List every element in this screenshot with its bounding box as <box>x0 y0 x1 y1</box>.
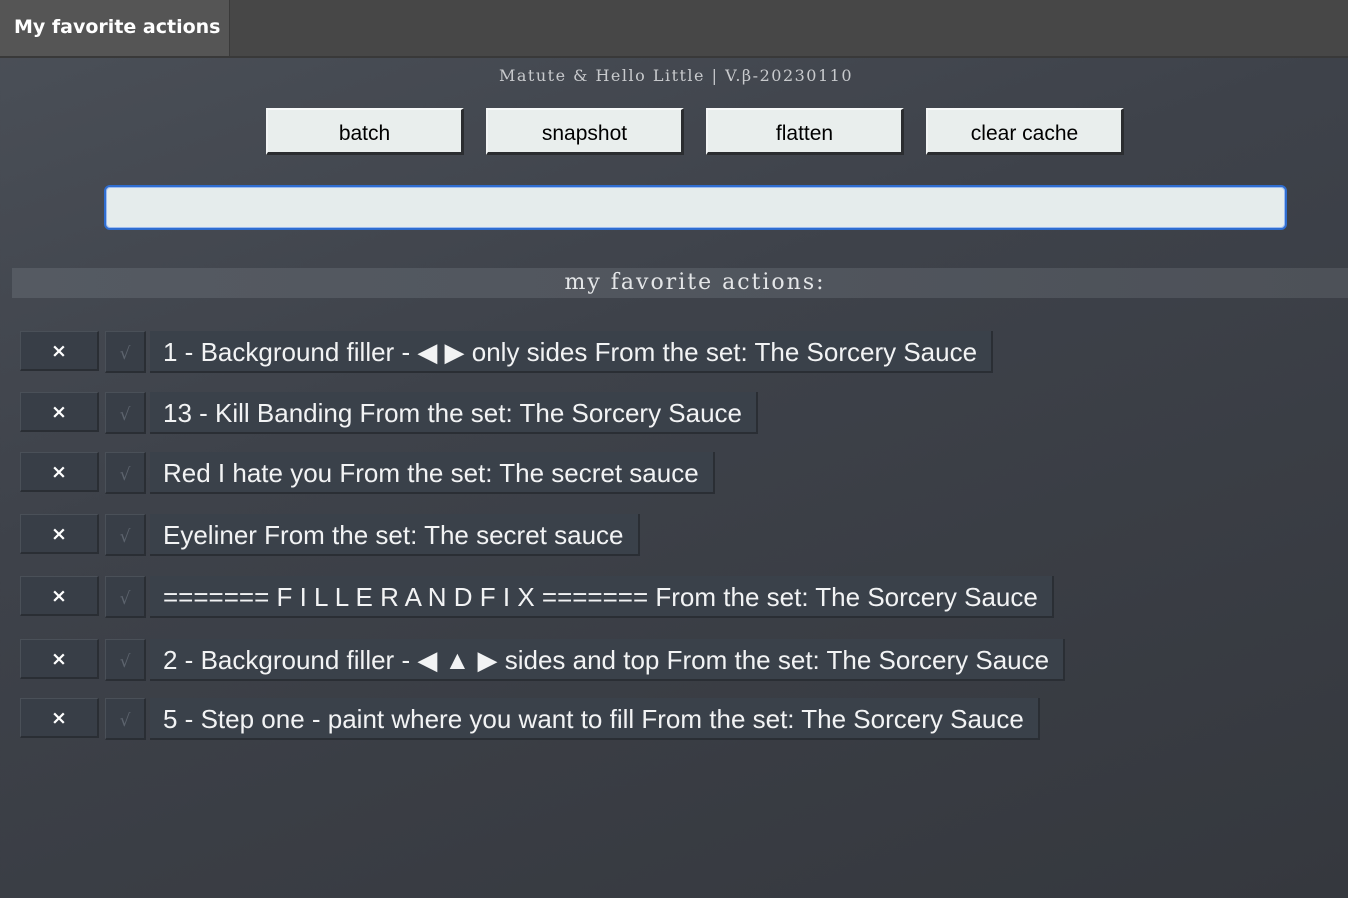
checkmark-icon[interactable]: √ <box>105 698 146 740</box>
action-item[interactable]: 2 - Background filler - ◀ ▲ ▶ sides and … <box>150 639 1066 681</box>
flatten-button[interactable]: flatten <box>706 108 904 155</box>
checkmark-icon[interactable]: √ <box>105 392 146 434</box>
action-item[interactable]: 5 - Step one - paint where you want to f… <box>150 698 1040 740</box>
remove-icon[interactable]: × <box>20 452 99 492</box>
tab-bar: My favorite actions <box>0 0 1348 58</box>
action-item[interactable]: Red I hate you From the set: The secret … <box>150 452 715 494</box>
checkmark-icon[interactable]: √ <box>105 576 146 618</box>
remove-icon[interactable]: × <box>20 639 99 679</box>
action-item[interactable]: Eyeliner From the set: The secret sauce <box>150 514 640 556</box>
checkmark-icon[interactable]: √ <box>105 639 146 681</box>
search-input[interactable] <box>104 185 1287 230</box>
remove-icon[interactable]: × <box>20 392 99 432</box>
action-item[interactable]: 13 - Kill Banding From the set: The Sorc… <box>150 392 759 434</box>
remove-icon[interactable]: × <box>20 576 99 616</box>
action-item[interactable]: 1 - Background filler - ◀ ▶ only sides F… <box>150 331 994 373</box>
remove-icon[interactable]: × <box>20 514 99 554</box>
version-label: Matute & Hello Little | V.β-20230110 <box>498 66 854 85</box>
snapshot-button[interactable]: snapshot <box>486 108 684 155</box>
remove-icon[interactable]: × <box>20 698 99 738</box>
checkmark-icon[interactable]: √ <box>105 514 146 556</box>
clear-cache-button[interactable]: clear cache <box>926 108 1124 155</box>
section-title: my favorite actions: <box>564 270 826 295</box>
tab-my-favorite-actions[interactable]: My favorite actions <box>0 0 230 56</box>
remove-icon[interactable]: × <box>20 331 99 371</box>
checkmark-icon[interactable]: √ <box>105 452 146 494</box>
action-item[interactable]: ======= F I L L E R A N D F I X ======= … <box>150 576 1054 618</box>
checkmark-icon[interactable]: √ <box>105 331 146 373</box>
batch-button[interactable]: batch <box>266 108 464 155</box>
